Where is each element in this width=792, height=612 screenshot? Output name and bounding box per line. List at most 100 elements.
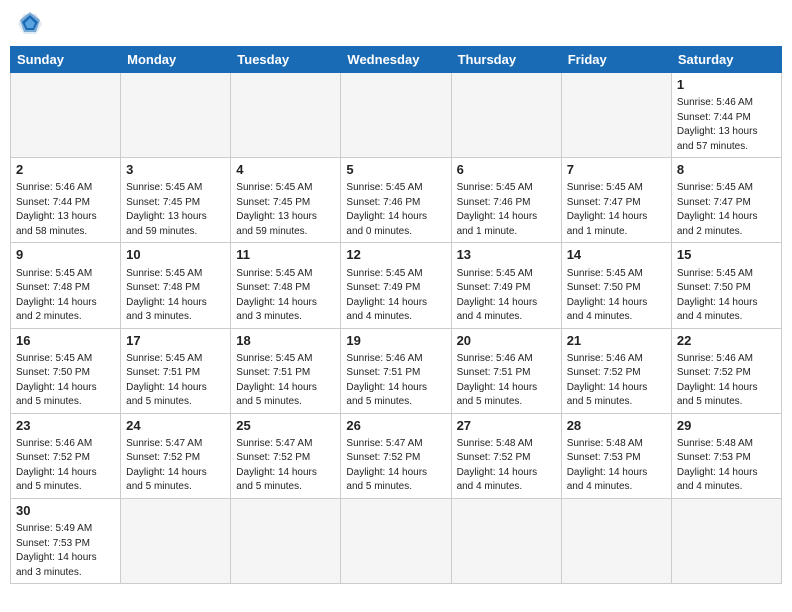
day-info: Sunrise: 5:45 AMSunset: 7:50 PMDaylight:… — [16, 352, 115, 410]
calendar-cell — [451, 73, 561, 158]
calendar-cell: 11 Sunrise: 5:45 AMSunset: 7:48 PMDayligh… — [231, 243, 341, 328]
calendar-header-wednesday: Wednesday — [341, 47, 451, 73]
day-info: Sunrise: 5:45 AMSunset: 7:49 PMDaylight:… — [346, 267, 445, 325]
calendar-header-row: SundayMondayTuesdayWednesdayThursdayFrid… — [11, 47, 782, 73]
day-number: 13 — [457, 246, 556, 264]
day-info: Sunrise: 5:45 AMSunset: 7:50 PMDaylight:… — [677, 267, 776, 325]
calendar-header-friday: Friday — [561, 47, 671, 73]
calendar-cell: 8 Sunrise: 5:45 AMSunset: 7:47 PMDaylight… — [671, 158, 781, 243]
calendar-cell: 10Sunrise: 5:45 AMSunset: 7:48 PMDayligh… — [121, 243, 231, 328]
day-number: 19 — [346, 332, 445, 350]
calendar-cell: 28 Sunrise: 5:48 AMSunset: 7:53 PMDayligh… — [561, 413, 671, 498]
calendar-cell: 25Sunrise: 5:47 AMSunset: 7:52 PMDayligh… — [231, 413, 341, 498]
calendar-header-tuesday: Tuesday — [231, 47, 341, 73]
day-number: 21 — [567, 332, 666, 350]
calendar-cell: 27Sunrise: 5:48 AMSunset: 7:52 PMDayligh… — [451, 413, 561, 498]
day-number: 23 — [16, 417, 115, 435]
day-number: 2 — [16, 161, 115, 179]
day-number: 30 — [16, 502, 115, 520]
day-info: Sunrise: 5:46 AMSunset: 7:44 PMDaylight:… — [677, 96, 776, 154]
day-number: 20 — [457, 332, 556, 350]
calendar-cell: 5Sunrise: 5:45 AMSunset: 7:46 PMDaylight… — [341, 158, 451, 243]
day-info: Sunrise: 5:45 AMSunset: 7:48 PMDaylight:… — [236, 267, 335, 325]
calendar-cell: 18 Sunrise: 5:45 AMSunset: 7:51 PMDayligh… — [231, 328, 341, 413]
calendar-cell: 19 Sunrise: 5:46 AMSunset: 7:51 PMDayligh… — [341, 328, 451, 413]
calendar-cell — [121, 73, 231, 158]
day-number: 18 — [236, 332, 335, 350]
day-info: Sunrise: 5:45 AMSunset: 7:47 PMDaylight:… — [567, 181, 666, 239]
calendar-table: SundayMondayTuesdayWednesdayThursdayFrid… — [10, 46, 782, 584]
logo-icon — [14, 10, 46, 38]
calendar-cell: 22Sunrise: 5:46 AMSunset: 7:52 PMDayligh… — [671, 328, 781, 413]
calendar-cell: 16 Sunrise: 5:45 AMSunset: 7:50 PMDayligh… — [11, 328, 121, 413]
calendar-week-row: 1 Sunrise: 5:46 AMSunset: 7:44 PMDaylight… — [11, 73, 782, 158]
calendar-cell: 17Sunrise: 5:45 AMSunset: 7:51 PMDayligh… — [121, 328, 231, 413]
day-number: 27 — [457, 417, 556, 435]
calendar-cell: 26 Sunrise: 5:47 AMSunset: 7:52 PMDayligh… — [341, 413, 451, 498]
day-number: 6 — [457, 161, 556, 179]
page-header — [10, 10, 782, 38]
calendar-cell: 24Sunrise: 5:47 AMSunset: 7:52 PMDayligh… — [121, 413, 231, 498]
calendar-cell: 1 Sunrise: 5:46 AMSunset: 7:44 PMDaylight… — [671, 73, 781, 158]
day-info: Sunrise: 5:46 AMSunset: 7:44 PMDaylight:… — [16, 181, 115, 239]
day-number: 1 — [677, 76, 776, 94]
calendar-cell — [231, 73, 341, 158]
calendar-header-thursday: Thursday — [451, 47, 561, 73]
calendar-cell: 20 Sunrise: 5:46 AMSunset: 7:51 PMDayligh… — [451, 328, 561, 413]
calendar-cell: 4 Sunrise: 5:45 AMSunset: 7:45 PMDaylight… — [231, 158, 341, 243]
calendar-cell: 6 Sunrise: 5:45 AMSunset: 7:46 PMDaylight… — [451, 158, 561, 243]
day-number: 12 — [346, 246, 445, 264]
day-number: 15 — [677, 246, 776, 264]
calendar-week-row: 2 Sunrise: 5:46 AMSunset: 7:44 PMDaylight… — [11, 158, 782, 243]
day-info: Sunrise: 5:45 AMSunset: 7:46 PMDaylight:… — [346, 181, 445, 239]
calendar-cell — [451, 498, 561, 583]
calendar-cell: 23 Sunrise: 5:46 AMSunset: 7:52 PMDayligh… — [11, 413, 121, 498]
calendar-cell — [341, 498, 451, 583]
calendar-cell: 13Sunrise: 5:45 AMSunset: 7:49 PMDayligh… — [451, 243, 561, 328]
calendar-cell: 2 Sunrise: 5:46 AMSunset: 7:44 PMDaylight… — [11, 158, 121, 243]
day-info: Sunrise: 5:48 AMSunset: 7:53 PMDaylight:… — [567, 437, 666, 495]
day-number: 22 — [677, 332, 776, 350]
day-number: 29 — [677, 417, 776, 435]
calendar-cell: 21 Sunrise: 5:46 AMSunset: 7:52 PMDayligh… — [561, 328, 671, 413]
day-info: Sunrise: 5:45 AMSunset: 7:51 PMDaylight:… — [126, 352, 225, 410]
day-info: Sunrise: 5:46 AMSunset: 7:51 PMDaylight:… — [457, 352, 556, 410]
calendar-header-saturday: Saturday — [671, 47, 781, 73]
day-info: Sunrise: 5:45 AMSunset: 7:45 PMDaylight:… — [236, 181, 335, 239]
day-number: 4 — [236, 161, 335, 179]
day-number: 16 — [16, 332, 115, 350]
calendar-cell — [561, 73, 671, 158]
day-number: 9 — [16, 246, 115, 264]
calendar-week-row: 9 Sunrise: 5:45 AMSunset: 7:48 PMDaylight… — [11, 243, 782, 328]
day-info: Sunrise: 5:46 AMSunset: 7:51 PMDaylight:… — [346, 352, 445, 410]
day-info: Sunrise: 5:45 AMSunset: 7:51 PMDaylight:… — [236, 352, 335, 410]
day-number: 24 — [126, 417, 225, 435]
calendar-cell — [121, 498, 231, 583]
day-info: Sunrise: 5:45 AMSunset: 7:47 PMDaylight:… — [677, 181, 776, 239]
day-info: Sunrise: 5:46 AMSunset: 7:52 PMDaylight:… — [16, 437, 115, 495]
day-info: Sunrise: 5:47 AMSunset: 7:52 PMDaylight:… — [346, 437, 445, 495]
day-number: 8 — [677, 161, 776, 179]
day-info: Sunrise: 5:46 AMSunset: 7:52 PMDaylight:… — [567, 352, 666, 410]
calendar-cell: 9 Sunrise: 5:45 AMSunset: 7:48 PMDaylight… — [11, 243, 121, 328]
calendar-cell: 14Sunrise: 5:45 AMSunset: 7:50 PMDayligh… — [561, 243, 671, 328]
day-info: Sunrise: 5:45 AMSunset: 7:48 PMDaylight:… — [16, 267, 115, 325]
day-info: Sunrise: 5:47 AMSunset: 7:52 PMDaylight:… — [236, 437, 335, 495]
calendar-cell: 29 Sunrise: 5:48 AMSunset: 7:53 PMDayligh… — [671, 413, 781, 498]
calendar-header-sunday: Sunday — [11, 47, 121, 73]
calendar-cell — [231, 498, 341, 583]
day-info: Sunrise: 5:48 AMSunset: 7:53 PMDaylight:… — [677, 437, 776, 495]
day-info: Sunrise: 5:45 AMSunset: 7:46 PMDaylight:… — [457, 181, 556, 239]
day-number: 28 — [567, 417, 666, 435]
day-number: 7 — [567, 161, 666, 179]
logo — [14, 10, 50, 38]
day-info: Sunrise: 5:45 AMSunset: 7:45 PMDaylight:… — [126, 181, 225, 239]
day-info: Sunrise: 5:45 AMSunset: 7:50 PMDaylight:… — [567, 267, 666, 325]
day-number: 11 — [236, 246, 335, 264]
day-number: 3 — [126, 161, 225, 179]
day-number: 26 — [346, 417, 445, 435]
calendar-cell: 12 Sunrise: 5:45 AMSunset: 7:49 PMDayligh… — [341, 243, 451, 328]
calendar-week-row: 23 Sunrise: 5:46 AMSunset: 7:52 PMDayligh… — [11, 413, 782, 498]
day-info: Sunrise: 5:49 AMSunset: 7:53 PMDaylight:… — [16, 522, 115, 580]
calendar-cell: 3 Sunrise: 5:45 AMSunset: 7:45 PMDaylight… — [121, 158, 231, 243]
